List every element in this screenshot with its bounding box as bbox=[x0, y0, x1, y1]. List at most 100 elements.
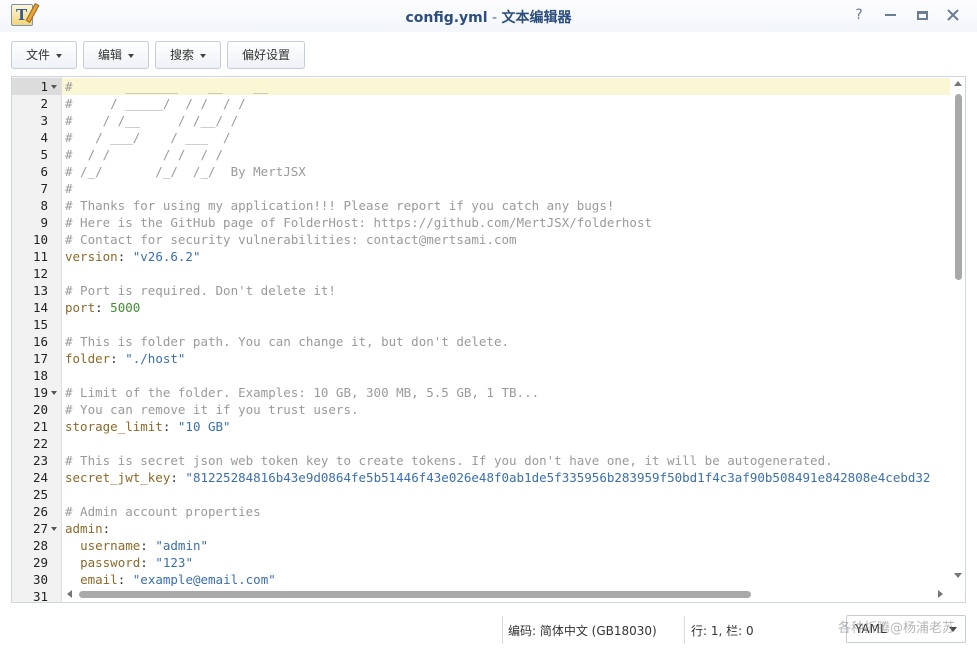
code-line[interactable]: 10 # Contact for security vulnerabilities… bbox=[12, 231, 950, 248]
edit-menu-label: 编辑 bbox=[98, 48, 123, 62]
comment-token: # You can remove it if you trust users. bbox=[65, 402, 359, 417]
code-line[interactable]: 17 folder: "./host" bbox=[12, 350, 950, 367]
encoding-status[interactable]: 编码: 简体中文 (GB18030) bbox=[508, 622, 657, 639]
edit-menu-button[interactable]: 编辑 bbox=[83, 41, 149, 69]
key-token: username bbox=[80, 538, 141, 553]
chevron-down-icon bbox=[56, 53, 63, 58]
plain-token: : bbox=[102, 521, 111, 536]
code-line[interactable]: 24 secret_jwt_key: "81225284816b43e9d0864… bbox=[12, 469, 950, 486]
line-code: # /_/ /_/ /_/ By MertJSX bbox=[65, 163, 306, 180]
vertical-scroll-thumb[interactable] bbox=[955, 94, 962, 280]
scroll-down-arrow-icon[interactable] bbox=[954, 573, 962, 578]
line-code: storage_limit: "10 GB" bbox=[65, 418, 231, 435]
file-menu-button[interactable]: 文件 bbox=[11, 41, 77, 69]
code-line[interactable]: 25 bbox=[12, 486, 950, 503]
code-line[interactable]: 19 # Limit of the folder. Examples: 10 GB… bbox=[12, 384, 950, 401]
comment-token: # This is secret json web token key to c… bbox=[65, 453, 833, 468]
line-number: 9 bbox=[40, 215, 48, 230]
code-line[interactable]: 9 # Here is the GitHub page of FolderHost… bbox=[12, 214, 950, 231]
fold-arrow-icon[interactable] bbox=[51, 85, 57, 89]
line-number: 2 bbox=[40, 96, 48, 111]
line-code: # Here is the GitHub page of FolderHost:… bbox=[65, 214, 652, 231]
line-code: # Admin account properties bbox=[65, 503, 261, 520]
line-code: # _______ __ __ bbox=[65, 78, 268, 95]
plain-token: : bbox=[170, 470, 186, 485]
scroll-right-arrow-icon[interactable] bbox=[938, 590, 943, 598]
string-token: "./host" bbox=[125, 351, 186, 366]
code-line[interactable]: 20 # You can remove it if you trust users… bbox=[12, 401, 950, 418]
line-number: 30 bbox=[32, 572, 48, 587]
code-line[interactable]: 16 # This is folder path. You can change … bbox=[12, 333, 950, 350]
title-bar[interactable]: T config.yml - 文本编辑器 ? bbox=[0, 0, 977, 32]
scroll-left-arrow-icon[interactable] bbox=[67, 590, 72, 598]
line-code: # Thanks for using my application!!! Ple… bbox=[65, 197, 614, 214]
line-code: version: "v26.6.2" bbox=[65, 248, 200, 265]
cursor-position-status: 行: 1, 栏: 0 bbox=[691, 624, 754, 638]
line-number: 24 bbox=[32, 470, 48, 485]
plain-token: : bbox=[140, 538, 156, 553]
number-token: 5000 bbox=[110, 300, 141, 315]
line-code: port: 5000 bbox=[65, 299, 140, 316]
key-token: port bbox=[65, 300, 96, 315]
code-line[interactable]: 14 port: 5000 bbox=[12, 299, 950, 316]
fold-arrow-icon[interactable] bbox=[51, 527, 57, 531]
code-line[interactable]: 7 # bbox=[12, 180, 950, 197]
code-line[interactable]: 5 # / / / / / / bbox=[12, 146, 950, 163]
code-line[interactable]: 4 # / ___/ / ___ / bbox=[12, 129, 950, 146]
scroll-up-arrow-icon[interactable] bbox=[954, 81, 962, 86]
vertical-scrollbar[interactable] bbox=[951, 77, 965, 585]
line-code: # You can remove it if you trust users. bbox=[65, 401, 359, 418]
code-line[interactable]: 18 bbox=[12, 367, 950, 384]
maximize-icon[interactable] bbox=[913, 6, 931, 24]
code-line[interactable]: 1 # _______ __ __ bbox=[12, 78, 950, 95]
code-line[interactable]: 12 bbox=[12, 265, 950, 282]
code-line[interactable]: 26 # Admin account properties bbox=[12, 503, 950, 520]
code-line[interactable]: 2 # / _____/ / / / / bbox=[12, 95, 950, 112]
fold-arrow-icon[interactable] bbox=[51, 391, 57, 395]
code-line[interactable]: 28 username: "admin" bbox=[12, 537, 950, 554]
comment-token: # Here is the GitHub page of FolderHost:… bbox=[65, 215, 652, 230]
line-code: password: "123" bbox=[65, 554, 193, 571]
line-code: # This is folder path. You can change it… bbox=[65, 333, 509, 350]
code-line[interactable]: 29 password: "123" bbox=[12, 554, 950, 571]
string-token: "example@email.com" bbox=[132, 572, 276, 587]
line-number: 27 bbox=[32, 521, 48, 536]
comment-token: # bbox=[65, 181, 73, 196]
close-icon[interactable] bbox=[944, 6, 962, 24]
code-lines[interactable]: 1 # _______ __ __ 2 # / _____/ / / / / 3 # / … bbox=[12, 78, 950, 602]
line-number: 3 bbox=[40, 113, 48, 128]
plain-token: : bbox=[110, 351, 126, 366]
line-number: 1 bbox=[40, 79, 48, 94]
minimize-icon[interactable] bbox=[881, 6, 899, 24]
key-token: admin bbox=[65, 521, 103, 536]
code-line[interactable]: 11 version: "v26.6.2" bbox=[12, 248, 950, 265]
preferences-button[interactable]: 偏好设置 bbox=[227, 41, 305, 69]
code-line[interactable]: 3 # / /__ / /__/ / bbox=[12, 112, 950, 129]
code-line[interactable]: 22 bbox=[12, 435, 950, 452]
code-editor[interactable]: 1 # _______ __ __ 2 # / _____/ / / / / 3 # / … bbox=[11, 76, 966, 603]
code-line[interactable]: 13 # Port is required. Don't delete it! bbox=[12, 282, 950, 299]
code-line[interactable]: 27 admin: bbox=[12, 520, 950, 537]
line-number: 11 bbox=[32, 249, 48, 264]
status-divider bbox=[684, 616, 685, 644]
horizontal-scrollbar[interactable] bbox=[62, 586, 951, 602]
comment-token: # Contact for security vulnerabilities: … bbox=[65, 232, 517, 247]
horizontal-scroll-thumb[interactable] bbox=[79, 591, 751, 598]
key-token: password bbox=[80, 555, 141, 570]
code-line[interactable]: 23 # This is secret json web token key to… bbox=[12, 452, 950, 469]
help-icon[interactable]: ? bbox=[850, 6, 868, 24]
line-number: 20 bbox=[32, 402, 48, 417]
line-code: # Port is required. Don't delete it! bbox=[65, 282, 336, 299]
line-code: secret_jwt_key: "81225284816b43e9d0864fe… bbox=[65, 469, 930, 486]
plain-token: : bbox=[117, 249, 133, 264]
key-token: storage_limit bbox=[65, 419, 163, 434]
search-menu-button[interactable]: 搜索 bbox=[155, 41, 221, 69]
code-line[interactable]: 8 # Thanks for using my application!!! Pl… bbox=[12, 197, 950, 214]
code-line[interactable]: 6 # /_/ /_/ /_/ By MertJSX bbox=[12, 163, 950, 180]
line-number: 5 bbox=[40, 147, 48, 162]
title-app-name: 文本编辑器 bbox=[501, 10, 572, 26]
line-number: 8 bbox=[40, 198, 48, 213]
watermark-text: 各种折腾@杨浦老苏 bbox=[838, 621, 956, 636]
code-line[interactable]: 21 storage_limit: "10 GB" bbox=[12, 418, 950, 435]
code-line[interactable]: 15 bbox=[12, 316, 950, 333]
